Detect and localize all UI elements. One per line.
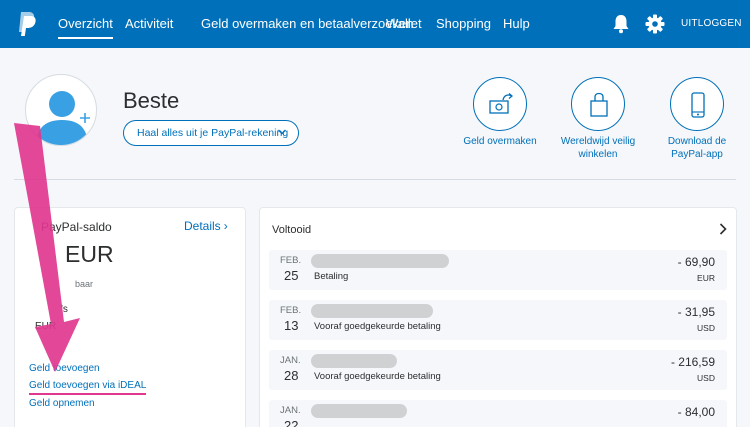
chevron-right-icon: › — [223, 219, 228, 233]
nav-item-activiteit[interactable]: Activiteit — [125, 16, 173, 31]
balance-currency-value: EUR — [35, 321, 57, 332]
quick-action-download-app[interactable]: Download de PayPal-app — [652, 77, 742, 161]
bell-icon[interactable] — [612, 14, 630, 34]
safe-shopping-label: Wereldwijd veilig winkelen — [560, 136, 636, 160]
transaction-row[interactable]: JAN. 28 Vooraf goedgekeurde betaling - 2… — [269, 350, 727, 390]
balance-currency-line: 's — [61, 304, 68, 315]
withdraw-money-link[interactable]: Geld opnemen — [29, 398, 95, 409]
send-money-icon-circle — [473, 77, 527, 131]
avatar[interactable] — [25, 74, 97, 146]
balance-card: PayPal-saldo Details › EUR baar 's EUR Ge… — [14, 207, 246, 427]
transaction-currency: USD — [697, 373, 715, 383]
get-most-from-account-button[interactable]: Haal alles uit je PayPal-rekening — [123, 120, 299, 146]
redacted-merchant-name — [311, 254, 449, 268]
greeting-text: Beste — [123, 88, 180, 113]
redacted-merchant-name — [311, 354, 397, 368]
nav-item-hulp[interactable]: Hulp — [503, 16, 530, 31]
add-money-link[interactable]: Geld toevoegen — [29, 363, 100, 374]
send-money-label: Geld overmaken — [463, 136, 537, 147]
transaction-day: 28 — [284, 368, 299, 383]
add-money-ideal-link[interactable]: Geld toevoegen via iDEAL — [29, 380, 146, 391]
transaction-type: Vooraf goedgekeurde betaling — [314, 371, 441, 382]
balance-details-label: Details — [184, 219, 221, 233]
top-nav-bar: Overzicht Activiteit Geld overmaken en b… — [0, 0, 750, 48]
send-money-icon — [489, 93, 514, 114]
transaction-type: Vooraf goedgekeurde betaling — [314, 321, 441, 332]
get-most-button-label: Haal alles uit je PayPal-rekening — [137, 127, 289, 139]
transactions-card: Voltooid FEB. 25 Betaling - 69,90 EUR FE… — [259, 207, 737, 427]
shopping-bag-icon-circle — [571, 77, 625, 131]
transaction-row[interactable]: FEB. 13 Vooraf goedgekeurde betaling - 3… — [269, 300, 727, 340]
redacted-merchant-name — [311, 404, 407, 418]
transaction-day: 25 — [284, 268, 299, 283]
paypal-logo-icon[interactable] — [18, 11, 36, 37]
annotation-underline — [29, 393, 146, 395]
nav-item-wallet[interactable]: Wallet — [386, 16, 422, 31]
transaction-day: 22 — [284, 418, 299, 427]
mobile-phone-icon-circle — [670, 77, 724, 131]
transaction-row[interactable]: FEB. 25 Betaling - 69,90 EUR — [269, 250, 727, 290]
shopping-bag-icon — [590, 92, 608, 117]
transaction-type: Betaling — [314, 271, 349, 282]
balance-available-text: baar — [75, 279, 94, 289]
transaction-amount: - 69,90 — [677, 255, 715, 269]
quick-action-send-money[interactable]: Geld overmaken — [455, 77, 545, 148]
transaction-month: JAN. — [280, 405, 301, 416]
transaction-month: FEB. — [280, 305, 302, 316]
transaction-month: JAN. — [280, 355, 301, 366]
transaction-currency: EUR — [697, 273, 715, 283]
transaction-currency: USD — [697, 323, 715, 333]
nav-item-shopping[interactable]: Shopping — [436, 16, 491, 31]
balance-details-link[interactable]: Details › — [184, 219, 228, 233]
nav-item-overzicht[interactable]: Overzicht — [58, 16, 113, 39]
transaction-amount: - 84,00 — [677, 405, 715, 419]
mobile-phone-icon — [691, 92, 705, 118]
gear-icon[interactable] — [645, 14, 665, 34]
transaction-day: 13 — [284, 318, 299, 333]
quick-action-safe-shopping[interactable]: Wereldwijd veilig winkelen — [553, 77, 643, 161]
transaction-amount: - 216,59 — [670, 355, 715, 369]
download-app-label: Download de PayPal-app — [667, 136, 727, 160]
transaction-row[interactable]: JAN. 22 - 84,00 — [269, 400, 727, 427]
balance-amount: EUR — [65, 241, 114, 267]
logout-link[interactable]: UITLOGGEN — [681, 18, 742, 29]
balance-title: PayPal-saldo — [41, 220, 112, 234]
user-silhouette-icon — [36, 91, 93, 145]
transaction-month: FEB. — [280, 255, 302, 266]
nav-item-geld-overmaken[interactable]: Geld overmaken en betaalverzoeken — [201, 16, 413, 31]
transactions-title: Voltooid — [272, 224, 312, 236]
redacted-merchant-name — [311, 304, 433, 318]
chevron-down-icon — [278, 129, 286, 135]
chevron-right-icon[interactable] — [718, 222, 728, 236]
transaction-amount: - 31,95 — [677, 305, 715, 319]
section-divider — [14, 179, 736, 180]
